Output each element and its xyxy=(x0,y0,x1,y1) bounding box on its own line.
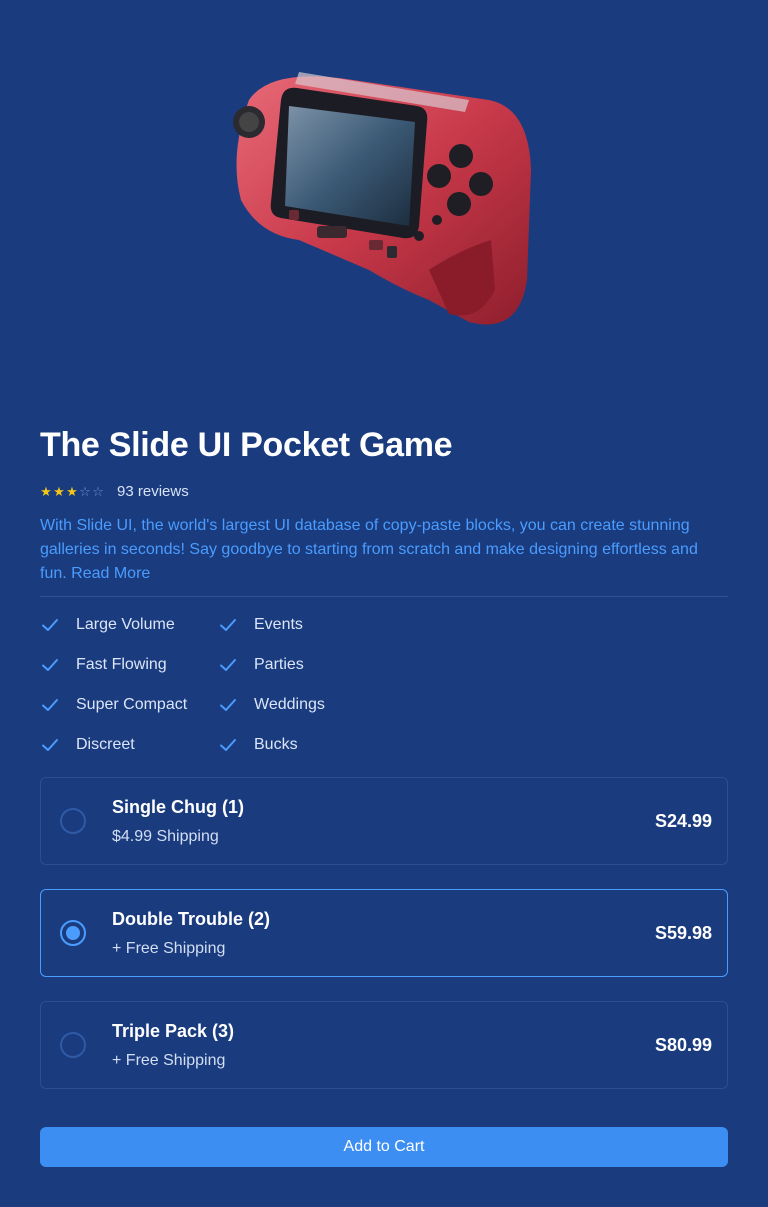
feature-item: Bucks xyxy=(218,733,418,757)
feature-label: Fast Flowing xyxy=(76,656,167,673)
bundle-option[interactable]: Triple Pack (3) + Free Shipping S80.99 xyxy=(40,1001,728,1089)
option-shipping: + Free Shipping xyxy=(112,940,226,957)
feature-item: Large Volume xyxy=(40,613,218,637)
feature-label: Large Volume xyxy=(76,616,175,633)
radio-button[interactable] xyxy=(60,1032,86,1058)
feature-label: Super Compact xyxy=(76,696,188,713)
star-filled-icon: ★ xyxy=(53,483,65,499)
star-empty-icon: ☆ xyxy=(79,483,91,499)
feature-list: Large Volume Events Fast Flowing Parties Sup… xyxy=(40,613,728,757)
feature-label: Weddings xyxy=(254,696,325,713)
radio-button[interactable] xyxy=(60,920,86,946)
option-shipping: + Free Shipping xyxy=(112,1052,226,1069)
star-empty-icon: ☆ xyxy=(92,483,104,499)
check-icon xyxy=(42,619,58,631)
feature-label: Bucks xyxy=(254,736,298,753)
reviews-count[interactable]: 93 reviews xyxy=(117,483,189,500)
feature-label: Events xyxy=(254,616,303,633)
rating-stars: ★ ★ ★ ☆ ☆ xyxy=(40,485,104,498)
feature-item: Events xyxy=(218,613,418,637)
product-image xyxy=(0,0,768,400)
add-to-cart-button[interactable]: Add to Cart xyxy=(40,1127,728,1167)
feature-item: Parties xyxy=(218,653,418,677)
feature-item: Super Compact xyxy=(40,693,218,717)
divider xyxy=(40,596,728,597)
star-filled-icon: ★ xyxy=(66,483,78,499)
option-name: Double Trouble (2) xyxy=(112,909,271,929)
handheld-console-image xyxy=(233,72,531,325)
radio-selected-dot xyxy=(66,926,80,940)
option-price: S24.99 xyxy=(654,811,712,831)
option-name: Single Chug (1) xyxy=(112,797,244,817)
feature-item: Fast Flowing xyxy=(40,653,218,677)
option-name: Triple Pack (3) xyxy=(112,1021,235,1041)
check-icon xyxy=(220,739,236,751)
feature-label: Parties xyxy=(254,656,304,673)
option-shipping: $4.99 Shipping xyxy=(112,828,219,845)
feature-label: Discreet xyxy=(76,736,135,753)
bundle-option[interactable]: Double Trouble (2) + Free Shipping S59.98 xyxy=(40,889,728,977)
product-details: The Slide UI Pocket Game ★ ★ ★ ☆ ☆ 93 review… xyxy=(40,420,728,1113)
bundle-option[interactable]: Single Chug (1) $4.99 Shipping S24.99 xyxy=(40,777,728,865)
bundle-options: Single Chug (1) $4.99 Shipping S24.99 Doubl… xyxy=(40,777,728,1089)
feature-item: Discreet xyxy=(40,733,218,757)
radio-button[interactable] xyxy=(60,808,86,834)
read-more-link[interactable]: Read More xyxy=(71,565,150,582)
star-filled-icon: ★ xyxy=(40,483,52,499)
check-icon xyxy=(42,659,58,671)
check-icon xyxy=(220,659,236,671)
check-icon xyxy=(220,619,236,631)
option-price: S80.99 xyxy=(654,1035,712,1055)
product-description: With Slide UI, the world's largest UI da… xyxy=(40,514,728,586)
check-icon xyxy=(42,739,58,751)
product-title: The Slide UI Pocket Game xyxy=(40,426,453,464)
check-icon xyxy=(42,699,58,711)
option-price: S59.98 xyxy=(654,923,712,943)
rating-row: ★ ★ ★ ☆ ☆ 93 reviews xyxy=(40,480,728,502)
feature-item: Weddings xyxy=(218,693,418,717)
check-icon xyxy=(220,699,236,711)
